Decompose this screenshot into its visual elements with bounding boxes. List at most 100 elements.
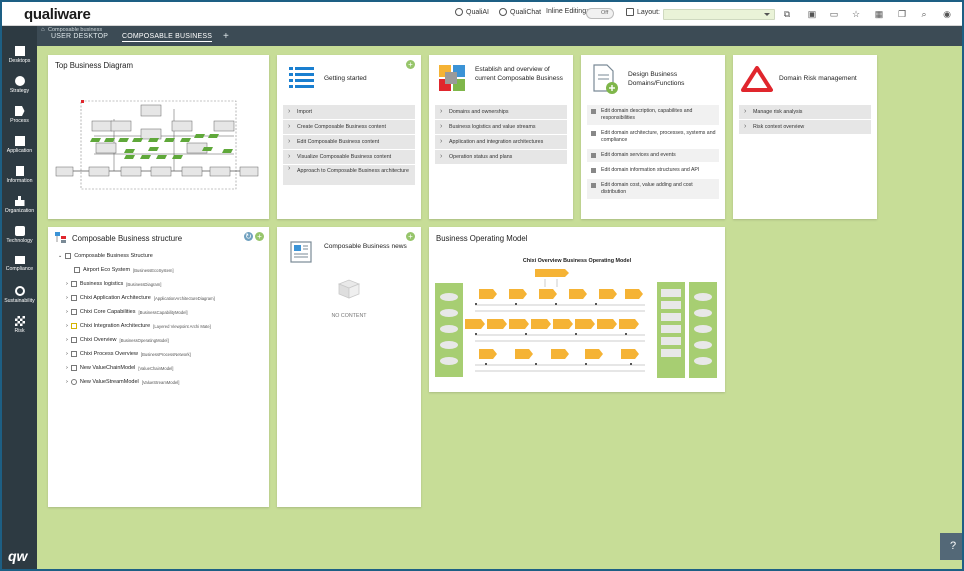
menu-item-import[interactable]: Import — [283, 105, 415, 119]
sidebar-item-strategy[interactable]: Strategy — [2, 68, 37, 98]
menu-item-domain-description[interactable]: Edit domain description, capabilites and… — [587, 105, 719, 125]
news-icon — [290, 241, 312, 263]
sidebar-item-information[interactable]: Information — [2, 158, 37, 188]
tree-item[interactable]: › Business logistics [BusinessDiagram] — [66, 281, 161, 287]
card-title: Business Operating Model — [436, 234, 528, 243]
menu-item-operation-status[interactable]: Operation status and plans — [435, 150, 567, 164]
expand-icon[interactable]: › — [66, 295, 68, 301]
sidebar-item-label: Application — [6, 148, 33, 154]
tree-item[interactable]: › Chixi Application Architecture [Applicat… — [66, 295, 215, 301]
menu-item-approach[interactable]: Approach to Composable Business architec… — [283, 165, 415, 185]
strategy-icon — [14, 76, 25, 86]
card-title: Top Business Diagram — [55, 61, 134, 70]
archimate-icon — [70, 323, 77, 329]
design-menu: Edit domain description, capabilites and… — [587, 105, 719, 201]
getting-started-menu: Import Create Composable Business conten… — [283, 105, 415, 186]
expand-icon[interactable]: › — [66, 309, 68, 315]
organization-icon — [14, 196, 25, 206]
business-operating-model-thumbnail[interactable] — [435, 267, 719, 381]
tree-item[interactable]: › Chixi Process Overview [BusinessProcessN… — [66, 351, 191, 357]
tree-item-name: New ValueChainModel — [79, 365, 136, 371]
list-icon — [289, 67, 314, 88]
menu-item-domains-ownerships[interactable]: Domains and ownerships — [435, 105, 567, 119]
operating-model-icon — [70, 337, 77, 343]
copy-icon[interactable]: ⧉ — [782, 9, 792, 19]
value-stream-icon — [70, 379, 77, 385]
expand-icon[interactable]: › — [66, 351, 68, 357]
layout-label: Layout: — [637, 8, 660, 16]
collapse-icon[interactable]: ⌄ — [58, 253, 62, 259]
card-title: Establish and overview of current Compos… — [475, 66, 563, 82]
tree-item[interactable]: › New ValueStreamModel [ValueStreamModel] — [66, 379, 179, 385]
expand-icon[interactable]: › — [66, 379, 68, 385]
tree-item[interactable]: › Chixi Overview [BusinessOperatingModel] — [66, 337, 169, 343]
qualiai-button[interactable]: QualiAI — [455, 8, 489, 16]
sidebar-item-technology[interactable]: Technology — [2, 218, 37, 248]
tree-item[interactable]: › New ValueChainModel [ValueChainModel] — [66, 365, 173, 371]
add-content-button[interactable]: + — [406, 60, 415, 69]
sidebar-item-organization[interactable]: Organization — [2, 188, 37, 218]
add-structure-button[interactable]: + — [255, 232, 264, 241]
menu-item-domain-cost[interactable]: Edit domain cost, value adding and cost … — [587, 179, 719, 199]
home-icon[interactable]: ⌂ — [41, 27, 45, 33]
sidebar-item-desktops[interactable]: Desktops — [2, 38, 37, 68]
tab-composable-business[interactable]: COMPOSABLE BUSINESS — [122, 33, 213, 42]
sidebar-item-process[interactable]: Process — [2, 98, 37, 128]
sidebar-item-sustainability[interactable]: Sustainability — [2, 278, 37, 308]
menu-item-visualize[interactable]: Visualize Composable Business content — [283, 150, 415, 164]
tab-user-desktop[interactable]: USER DESKTOP — [51, 33, 108, 40]
menu-item-domain-architecture[interactable]: Edit domain architecture, processes, sys… — [587, 127, 719, 147]
tree-root[interactable]: ⌄ Composable Business Structure — [58, 253, 153, 259]
tree-item-name: Chixi Integration Architecture — [79, 323, 151, 329]
qualiai-label: QualiAI — [466, 8, 489, 16]
pages-icon[interactable]: ❐ — [897, 9, 907, 19]
sidebar-item-application[interactable]: Application — [2, 128, 37, 158]
menu-item-domain-services[interactable]: Edit domain services and events — [587, 149, 719, 162]
grid-icon[interactable]: ▦ — [874, 9, 884, 19]
menu-item-create[interactable]: Create Composable Business content — [283, 120, 415, 134]
help-button[interactable]: ? — [940, 533, 962, 560]
menu-item-application-integration[interactable]: Application and integration architecture… — [435, 135, 567, 149]
star-icon[interactable]: ☆ — [851, 9, 861, 19]
sidebar-item-risk[interactable]: Risk — [2, 308, 37, 338]
sidebar-item-compliance[interactable]: Compliance — [2, 248, 37, 278]
value-chain-icon — [70, 365, 77, 371]
technology-icon — [14, 226, 25, 236]
add-news-button[interactable]: + — [406, 232, 415, 241]
tree-item[interactable]: Airport Eco System [BusinessEcoSystem] — [74, 267, 174, 273]
folder-icon[interactable]: ▣ — [807, 9, 817, 19]
expand-icon[interactable]: › — [66, 337, 68, 343]
tree-item-type: [Layered Viewpoint Archi Mate] — [153, 323, 211, 329]
bom-diagram-title: Chixi Overview Business Operating Model — [522, 258, 632, 264]
app-frame: qualiware QualiAI QualiChat Inline Editi… — [0, 0, 964, 571]
expand-icon[interactable]: › — [66, 281, 68, 287]
menu-item-logistics-value-streams[interactable]: Business logistics and value streams — [435, 120, 567, 134]
card-title: Domain Risk management — [779, 75, 857, 82]
present-icon[interactable]: ▭ — [829, 9, 839, 19]
qualichat-button[interactable]: QualiChat — [499, 8, 541, 16]
qualichat-icon — [499, 8, 507, 16]
card-domain-risk: Domain Risk management Manage risk analy… — [733, 55, 877, 219]
process-icon — [14, 106, 25, 116]
app-logo[interactable]: qualiware — [24, 6, 91, 23]
risk-icon — [14, 316, 25, 326]
tree-item-type: [ValueChainModel] — [138, 365, 174, 371]
top-business-diagram-thumbnail[interactable] — [54, 99, 260, 191]
search-icon[interactable]: ⌕ — [919, 9, 929, 19]
tree-item[interactable]: › Chixi Integration Architecture [Layered … — [66, 323, 211, 329]
inline-editing-toggle[interactable]: Off — [586, 8, 614, 19]
expand-icon[interactable]: › — [66, 365, 68, 371]
refresh-button[interactable]: ↻ — [244, 232, 253, 241]
add-tab-button[interactable]: + — [223, 31, 229, 42]
user-icon[interactable]: ◉ — [942, 9, 952, 19]
menu-item-edit[interactable]: Edit Composable Business content — [283, 135, 415, 149]
menu-item-manage-risk[interactable]: Manage risk analysis — [739, 105, 871, 119]
tree-item-name: New ValueStreamModel — [79, 379, 139, 385]
expand-icon[interactable]: › — [66, 323, 68, 329]
menu-item-domain-information[interactable]: Edit domain information structures and A… — [587, 164, 719, 177]
tree-item[interactable]: › Chixi Core Capabilities [BusinessCapabil… — [66, 309, 188, 315]
menu-item-risk-context[interactable]: Risk context overview — [739, 120, 871, 134]
layout-select[interactable] — [663, 9, 775, 20]
sidebar-item-label: Technology — [6, 238, 33, 244]
empty-state-text: NO CONTENT — [331, 313, 367, 319]
